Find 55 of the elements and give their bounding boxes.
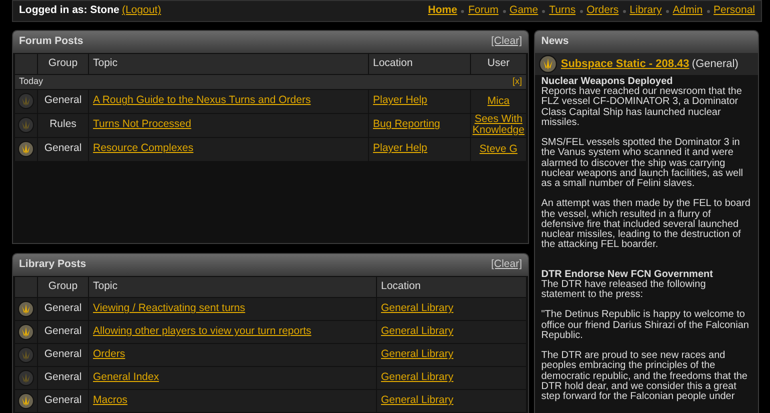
column-header: Topic: [88, 276, 376, 298]
nav-link[interactable]: Home: [428, 3, 458, 19]
separator-dot: [622, 10, 626, 12]
nav-link[interactable]: Game: [510, 3, 538, 19]
topic-link[interactable]: General Index: [93, 371, 159, 384]
nav-link[interactable]: Personal: [714, 3, 755, 19]
logout-link[interactable]: (Logout): [122, 3, 162, 19]
panel-title: Forum Posts: [19, 34, 84, 50]
article-headline: Nuclear Weapons Deployed: [541, 77, 674, 87]
article-paragraph: The DTR have released the following statement to the press:: [541, 280, 707, 300]
nav-link[interactable]: Forum: [468, 3, 499, 19]
column-header: Topic: [88, 54, 368, 74]
nav-link[interactable]: Admin: [672, 3, 703, 19]
separator-dot: [502, 10, 506, 12]
article-paragraph: Reports have reached our newsroom that the FLZ vessel CF-DOMINATOR 3, a Dominator Class Capital Ship has launched nuclear missiles.: [541, 87, 743, 128]
group-label: General: [44, 325, 82, 338]
user-link[interactable]: Sees With Knowledge: [472, 114, 525, 136]
panel-title: News: [541, 34, 569, 50]
topic-link[interactable]: Resource Complexes: [93, 142, 194, 154]
separator-dot: [706, 10, 710, 12]
separator-dot: [542, 10, 546, 12]
separator-dot: [580, 10, 583, 12]
group-label: General: [44, 394, 82, 406]
column-header: Location: [368, 54, 470, 74]
nav-link[interactable]: Turns: [549, 3, 576, 19]
article-paragraph: The DTR are proud to see new races and peoples embracing the principles of the democratic republic, and the freedoms that the DTR hold dear, and we consider this a great step forward for the Falconian people under: [541, 351, 748, 402]
panel-title: Library Posts: [19, 257, 86, 272]
article-paragraph: An attempt was then made by the FEL to board the vessel, which resulted in a flurry of defensive fire that included several launched nuclear missiles, leading to the destruction of the attacking FEL boarder.: [541, 199, 752, 250]
close-link[interactable]: [x]: [512, 75, 522, 88]
separator-dot: [666, 10, 669, 12]
group-label: General: [44, 94, 82, 106]
topic-link[interactable]: Turns Not Processed: [93, 118, 192, 130]
logged-in-label: Logged in as: Stone: [19, 3, 120, 18]
article-paragraph: "The Detinus Republic is happy to welcome to office our friend Darius Shirazi of the Falconian Republic.: [541, 310, 750, 342]
topic-link[interactable]: Orders: [93, 348, 126, 360]
topic-link[interactable]: Macros: [93, 394, 128, 406]
group-label: General: [44, 348, 82, 360]
nav-link[interactable]: Library: [630, 3, 662, 19]
group-label: Rules: [50, 118, 76, 130]
clear-link[interactable]: [Clear]: [491, 257, 522, 273]
group-label: General: [44, 371, 82, 384]
group-label: General: [44, 302, 82, 314]
column-header: Group: [38, 54, 88, 74]
column-header: Location: [376, 276, 526, 298]
issue-link[interactable]: Subspace Static - 208.43: [560, 56, 690, 72]
issue-category: (General): [692, 56, 738, 72]
clear-link[interactable]: [Clear]: [491, 34, 522, 50]
nav-link[interactable]: Orders: [586, 3, 619, 19]
group-label: General: [44, 142, 82, 154]
article-headline: DTR Endorse New FCN Government: [541, 270, 714, 280]
column-header: Group: [38, 276, 88, 298]
section-label: Today: [19, 75, 44, 88]
separator-dot: [461, 10, 464, 12]
article-paragraph: SMS/FEL vessels spotted the Dominator 3 in the Vanus system who scanned it and were alarmed to discover the ship was carrying nuclear weapons and launch facilities, as well as a small number of Felini slaves.: [541, 138, 744, 190]
column-header: User: [470, 54, 526, 74]
